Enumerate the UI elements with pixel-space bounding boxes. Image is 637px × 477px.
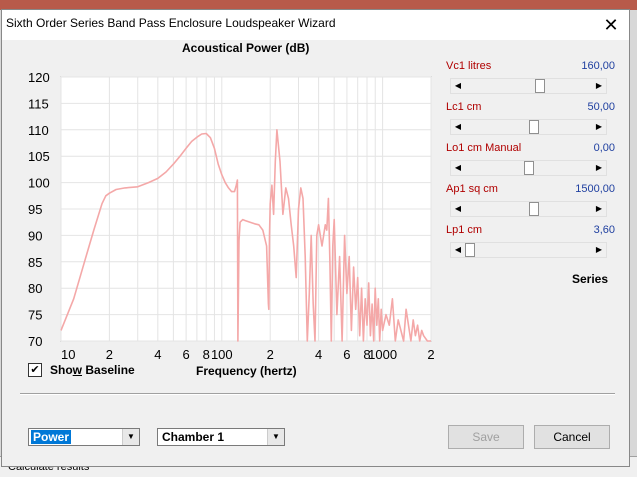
chamber-select[interactable]: Chamber 1 ▼ — [157, 428, 285, 446]
scroll-right-icon[interactable]: ▶ — [592, 161, 606, 175]
show-baseline-label-accel: w — [72, 363, 83, 377]
scroll-left-icon[interactable]: ◀ — [451, 79, 465, 93]
scroll-thumb[interactable] — [535, 79, 545, 93]
x-tick-label: 8 — [203, 347, 210, 362]
x-tick-label: 2 — [267, 347, 274, 362]
chevron-down-icon[interactable]: ▼ — [267, 429, 284, 445]
show-baseline-checkbox[interactable]: ✔ — [28, 363, 42, 377]
x-tick-label: 4 — [154, 347, 161, 362]
param-scrollbar[interactable]: ◀ ▶ — [450, 201, 607, 217]
show-baseline-label-pre: Sho — [50, 363, 73, 377]
scroll-right-icon[interactable]: ▶ — [592, 202, 606, 216]
y-tick-label: 90 — [28, 228, 42, 243]
y-tick-label: 115 — [28, 96, 49, 111]
scroll-left-icon[interactable]: ◀ — [451, 120, 465, 134]
scroll-thumb[interactable] — [529, 120, 539, 134]
y-tick-label: 70 — [28, 334, 42, 349]
param-scrollbar[interactable]: ◀ ▶ — [450, 119, 607, 135]
x-tick-label: 2 — [106, 347, 113, 362]
x-tick-label: 1000 — [368, 347, 397, 362]
series-label: Series — [572, 272, 609, 286]
cancel-button[interactable]: Cancel — [534, 425, 610, 449]
scroll-right-icon[interactable]: ▶ — [592, 79, 606, 93]
y-tick-label: 120 — [28, 70, 50, 85]
x-tick-label: 10 — [61, 347, 75, 362]
scroll-left-icon[interactable]: ◀ — [451, 243, 465, 257]
x-tick-label: 6 — [183, 347, 190, 362]
param-value: 0,00 — [593, 142, 615, 154]
param-value: 50,00 — [587, 101, 615, 113]
x-tick-label: 100 — [211, 347, 233, 362]
acoustical-power-chart: 12011511010510095908580757010 2 4 6 8 100 2 4 6 8… — [28, 70, 435, 362]
x-axis-label: Frequency (hertz) — [196, 364, 297, 378]
param-label: Vc1 litres — [446, 60, 492, 72]
param-label: Ap1 sq cm — [446, 183, 498, 195]
scroll-thumb[interactable] — [465, 243, 475, 257]
param-value: 3,60 — [593, 224, 615, 236]
param-scrollbar[interactable]: ◀ ▶ — [450, 242, 607, 258]
param-label: Lp1 cm — [446, 224, 483, 236]
show-baseline-label[interactable]: Show Baseline — [50, 363, 135, 377]
chevron-down-icon[interactable]: ▼ — [122, 429, 139, 445]
chamber-value: Chamber 1 — [162, 430, 225, 444]
y-tick-label: 100 — [28, 176, 50, 191]
x-tick-label: 6 — [343, 347, 350, 362]
param-value: 160,00 — [581, 60, 615, 72]
y-tick-label: 110 — [28, 123, 49, 138]
y-tick-label: 105 — [28, 149, 50, 164]
y-tick-label: 75 — [28, 308, 42, 323]
param-label: Lo1 cm Manual — [446, 142, 522, 154]
scroll-thumb[interactable] — [529, 202, 539, 216]
param-value: 1500,00 — [575, 183, 615, 195]
y-tick-label: 80 — [28, 281, 42, 296]
scroll-left-icon[interactable]: ◀ — [451, 161, 465, 175]
x-tick-label: 4 — [315, 347, 322, 362]
output-type-select[interactable]: Power ▼ — [28, 428, 140, 446]
param-scrollbar[interactable]: ◀ ▶ — [450, 160, 607, 176]
param-label: Lc1 cm — [446, 101, 482, 113]
param-scrollbar[interactable]: ◀ ▶ — [450, 78, 607, 94]
scroll-left-icon[interactable]: ◀ — [451, 202, 465, 216]
scroll-right-icon[interactable]: ▶ — [592, 120, 606, 134]
show-baseline-label-post: Baseline — [82, 363, 135, 377]
save-button[interactable]: Save — [448, 425, 524, 449]
y-tick-label: 95 — [28, 202, 42, 217]
scroll-right-icon[interactable]: ▶ — [592, 243, 606, 257]
scroll-thumb[interactable] — [524, 161, 534, 175]
x-tick-label: 2 — [427, 347, 434, 362]
y-tick-label: 85 — [28, 255, 42, 270]
output-type-value: Power — [31, 430, 72, 444]
separator — [20, 393, 615, 395]
